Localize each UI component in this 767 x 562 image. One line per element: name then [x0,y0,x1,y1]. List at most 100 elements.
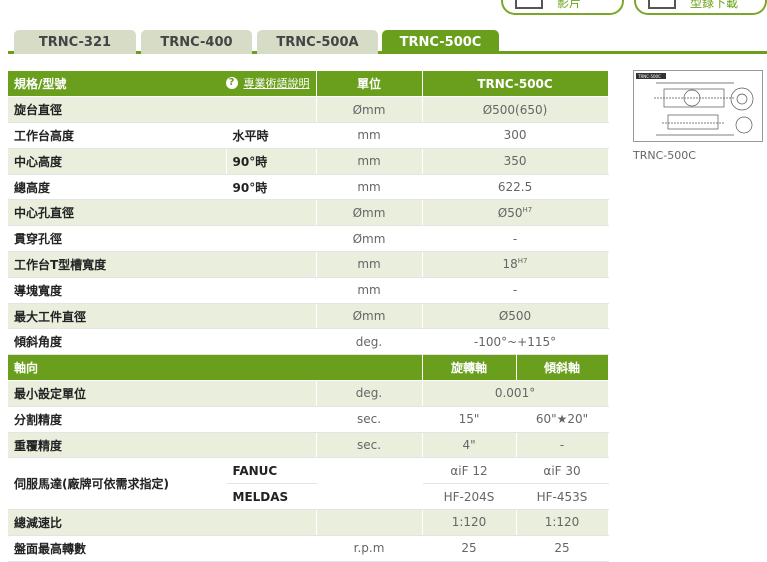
tilt-value: 1:120 [515,509,609,536]
row-sublabel: FANUC [225,457,317,485]
table-row: 工作台T型槽寬度 mm 18H7 [8,251,609,278]
row-value: - [422,277,609,304]
row-unit: sec. [316,406,423,433]
table-row: 中心高度 90°時 mm 350 [8,148,609,175]
rotary-value: HF-204S [422,483,517,511]
row-unit: mm [316,122,423,149]
table-row: 工作台高度 水平時 mm 300 [8,122,609,149]
row-value: 622.5 [422,174,609,201]
tilt-value: - [515,432,609,459]
row-unit: r.p.m [316,535,423,562]
table-row: 貫穿孔徑 Ømm - [8,225,609,253]
model-tabs: TRNC-321 TRNC-400 TRNC-500A TRNC-500C [8,30,767,54]
row-unit: Ømm [316,199,423,227]
row-sublabel: 90°時 [225,148,317,175]
row-sublabel: 90°時 [225,174,317,201]
row-value: Ø50H7 [422,199,609,227]
axis-header-row: 軸向 旋轉軸 傾斜軸 [8,354,609,382]
table-header-row: 規格/型號 ? 專業術語說明 單位 TRNC-500C [8,71,609,98]
video-button[interactable]: 影片 [501,0,624,15]
row-unit [316,509,423,536]
rotary-value: 1:120 [422,509,517,536]
row-unit: mm [316,148,423,175]
rotary-axis-header: 旋轉軸 [422,354,517,382]
table-row: 導塊寬度 mm - [8,277,609,304]
table-row: 總高度 90°時 mm 622.5 [8,174,609,201]
unit-header: 單位 [316,71,423,98]
catalog-download-button[interactable]: 型錄下載 [634,0,767,15]
row-value: 0.001° [422,380,609,407]
row-unit: Ømm [316,303,423,330]
rotary-value: 25 [422,535,517,562]
row-value: - [422,225,609,253]
help-icon: ? [225,77,238,90]
row-value: 18H7 [422,251,609,278]
row-label: 中心孔直徑 [8,199,317,227]
row-sublabel: MELDAS [225,483,317,511]
row-label: 伺服馬達(廠牌可依需求指定) [8,457,227,511]
document-icon [648,0,676,9]
table-row: 分割精度 sec. 15" 60"★20" [8,406,609,433]
video-button-label: 影片 [557,0,582,10]
table-row: 傾斜角度 deg. -100°~+115° [8,328,609,356]
row-value: Ø500 [422,303,609,330]
row-label: 旋台直徑 [8,96,317,124]
row-label: 最大工件直徑 [8,303,317,330]
table-row: 中心孔直徑 Ømm Ø50H7 [8,199,609,227]
product-drawing-thumbnail[interactable]: TRNC-500C [633,70,763,142]
table-row: 伺服馬達(廠牌可依需求指定) FANUC αiF 12 αiF 30 [8,457,609,511]
row-label: 重覆精度 [8,432,317,459]
row-unit: sec. [316,432,423,459]
row-unit [316,457,423,511]
drawing-tag: TRNC-500C [637,74,661,79]
rotary-value: 4" [422,432,517,459]
row-value: 350 [422,148,609,175]
table-row: 最小設定單位 deg. 0.001° [8,380,609,407]
row-label: 總高度 [8,174,227,201]
row-unit: deg. [316,328,423,356]
tilt-axis-header: 傾斜軸 [516,354,609,382]
table-row: 總減速比 1:120 1:120 [8,509,609,536]
model-header: TRNC-500C [422,71,609,98]
thumbnail-caption: TRNC-500C [633,149,696,162]
row-label: 盤面最高轉數 [8,535,317,562]
technical-drawing-image: TRNC-500C [636,73,754,136]
axis-header-label: 軸向 [8,354,423,382]
spec-header-cell: 規格/型號 ? 專業術語說明 [8,71,317,98]
tolerance-sup: H7 [517,257,528,266]
row-unit: Ømm [316,225,423,253]
tilt-value: αiF 30 [515,457,609,485]
row-label: 總減速比 [8,509,317,536]
help-link[interactable]: ? 專業術語說明 [225,75,310,91]
row-label: 傾斜角度 [8,328,317,356]
table-row: 最大工件直徑 Ømm Ø500 [8,303,609,330]
row-label: 中心高度 [8,148,227,175]
row-label: 最小設定單位 [8,380,317,407]
row-unit: mm [316,251,423,278]
tab-trnc-500a[interactable]: TRNC-500A [257,30,378,54]
value-text: 18 [502,257,518,272]
tab-trnc-321[interactable]: TRNC-321 [14,30,136,54]
table-row: 重覆精度 sec. 4" - [8,432,609,459]
tab-trnc-500c[interactable]: TRNC-500C [382,30,499,54]
row-label: 導塊寬度 [8,277,317,304]
row-sublabel: 水平時 [225,122,317,149]
help-link-label: 專業術語說明 [243,77,310,91]
tilt-value: 25 [515,535,609,562]
rotary-value: αiF 12 [422,457,517,485]
row-unit: Ømm [316,96,423,124]
tilt-value: 60"★20" [515,406,609,433]
row-value: 300 [422,122,609,149]
row-unit: mm [316,174,423,201]
row-label: 工作台高度 [8,122,227,149]
spec-table: 規格/型號 ? 專業術語說明 單位 TRNC-500C 旋台直徑 Ømm Ø50… [8,71,609,562]
rotary-value: 15" [422,406,517,433]
row-unit: deg. [316,380,423,407]
row-label: 貫穿孔徑 [8,225,317,253]
table-row: 盤面最高轉數 r.p.m 25 25 [8,535,609,562]
tab-trnc-400[interactable]: TRNC-400 [141,30,252,54]
catalog-download-label: 型錄下載 [690,0,739,10]
row-label: 工作台T型槽寬度 [8,251,317,278]
spec-header-label: 規格/型號 [14,77,67,92]
row-unit: mm [316,277,423,304]
